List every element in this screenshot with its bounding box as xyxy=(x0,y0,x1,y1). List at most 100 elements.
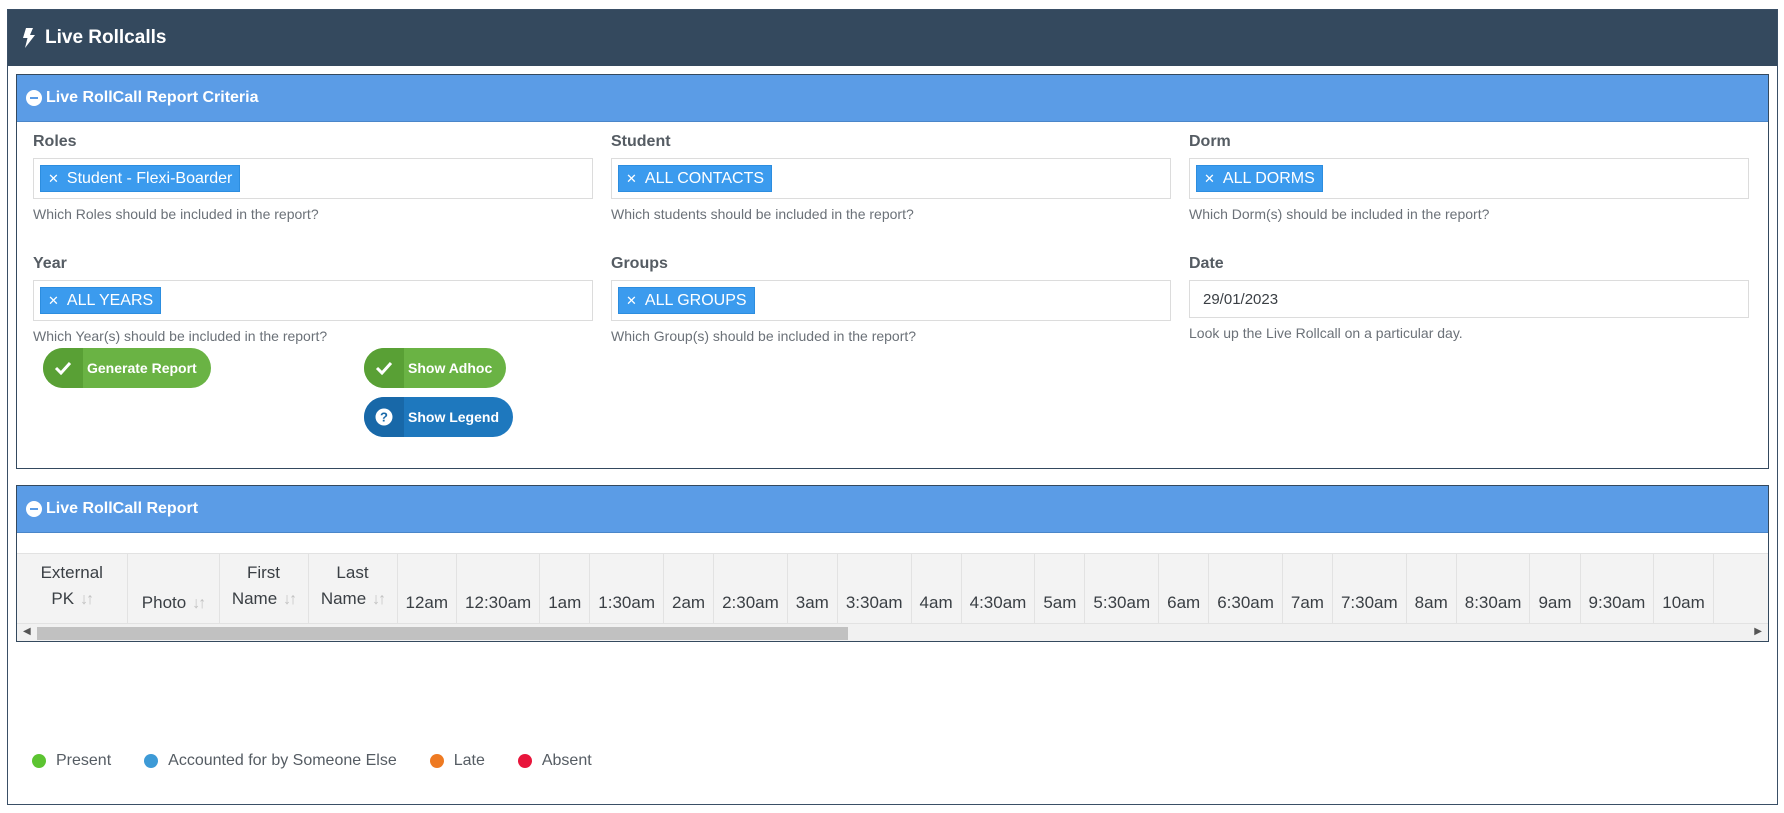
column-time[interactable]: 8:30am xyxy=(1456,554,1531,623)
legend-item-accounted: Accounted for by Someone Else xyxy=(144,752,397,770)
criteria-panel-header[interactable]: Live RollCall Report Criteria xyxy=(17,75,1768,122)
report-table: External PK ↓↑ Photo ↓↑ First Name ↓↑ Last xyxy=(17,554,1714,623)
dorm-select[interactable]: ✕ ALL DORMS xyxy=(1189,158,1749,199)
dorm-tag: ✕ ALL DORMS xyxy=(1196,165,1323,192)
blue-dot-icon xyxy=(144,754,159,768)
legend-label: Late xyxy=(453,752,485,769)
scroll-left-icon[interactable]: ◀ xyxy=(23,626,31,637)
remove-tag-icon[interactable]: ✕ xyxy=(48,293,59,309)
year-field: Year ✕ ALL YEARS Which Year(s) should be… xyxy=(33,255,593,344)
year-label: Year xyxy=(33,255,67,272)
groups-help: Which Group(s) should be included in the… xyxy=(611,328,917,344)
column-time[interactable]: 4am xyxy=(911,554,962,623)
roles-label: Roles xyxy=(33,133,77,150)
groups-tag-label: ALL GROUPS xyxy=(644,291,747,309)
column-time[interactable]: 3:30am xyxy=(837,554,912,623)
sort-icon[interactable]: ↓↑ xyxy=(283,591,297,608)
roles-help: Which Roles should be included in the re… xyxy=(33,206,319,222)
page-title: Live Rollcalls xyxy=(45,27,167,48)
column-time[interactable]: 1am xyxy=(539,554,591,623)
student-field: Student ✕ ALL CONTACTS Which students sh… xyxy=(611,133,1171,222)
sort-icon[interactable]: ↓↑ xyxy=(80,591,94,608)
column-time[interactable]: 2am xyxy=(663,554,715,623)
legend-label: Accounted for by Someone Else xyxy=(168,752,397,769)
column-photo[interactable]: Photo ↓↑ xyxy=(127,554,220,623)
check-icon xyxy=(43,348,83,388)
column-time[interactable]: 12:30am xyxy=(456,554,541,623)
show-adhoc-label: Show Adhoc xyxy=(408,360,493,376)
scrollbar-thumb[interactable] xyxy=(37,627,848,640)
legend-item-present: Present xyxy=(32,752,111,770)
report-panel-title: Live RollCall Report xyxy=(46,500,199,517)
year-tag: ✕ ALL YEARS xyxy=(40,287,162,314)
year-select[interactable]: ✕ ALL YEARS xyxy=(33,280,593,321)
column-time[interactable]: 2:30am xyxy=(713,554,788,623)
remove-tag-icon[interactable]: ✕ xyxy=(626,171,637,187)
red-dot-icon xyxy=(517,754,532,768)
horizontal-scrollbar[interactable]: ◀ ▶ xyxy=(17,623,1768,641)
column-time[interactable]: 5am xyxy=(1034,554,1086,623)
column-time[interactable]: 5:30am xyxy=(1084,554,1160,623)
remove-tag-icon[interactable]: ✕ xyxy=(48,171,59,187)
date-input[interactable]: 29/01/2023 xyxy=(1189,280,1749,318)
column-time[interactable]: 10am xyxy=(1653,554,1714,623)
column-time[interactable]: 6am xyxy=(1158,554,1210,623)
dorm-label: Dorm xyxy=(1189,133,1231,150)
column-time[interactable]: 1:30am xyxy=(589,554,664,623)
remove-tag-icon[interactable]: ✕ xyxy=(1204,171,1215,187)
show-legend-button[interactable]: ? Show Legend xyxy=(364,397,513,437)
column-label: Last xyxy=(336,563,369,582)
green-dot-icon xyxy=(32,754,46,768)
column-time[interactable]: 4:30am xyxy=(961,554,1036,623)
collapse-icon[interactable] xyxy=(26,501,42,517)
table-header-row: External PK ↓↑ Photo ↓↑ First Name ↓↑ Last xyxy=(17,554,1714,623)
student-tag-label: ALL CONTACTS xyxy=(644,169,765,187)
column-time[interactable]: 9am xyxy=(1529,554,1581,623)
check-icon xyxy=(364,348,404,388)
legend-item-late: Late xyxy=(429,752,485,770)
date-help: Look up the Live Rollcall on a particula… xyxy=(1189,325,1463,341)
live-rollcalls-container: Live Rollcalls Live RollCall Report Crit… xyxy=(7,9,1778,805)
roles-tag: ✕ Student - Flexi-Boarder xyxy=(40,165,241,192)
sort-icon[interactable]: ↓↑ xyxy=(192,595,206,612)
remove-tag-icon[interactable]: ✕ xyxy=(626,293,637,309)
generate-report-button[interactable]: Generate Report xyxy=(43,348,211,388)
column-first-name[interactable]: First Name ↓↑ xyxy=(219,554,309,623)
generate-report-label: Generate Report xyxy=(87,360,197,376)
column-label: Name xyxy=(231,589,278,608)
collapse-icon[interactable] xyxy=(26,90,42,106)
student-label: Student xyxy=(611,133,671,150)
show-legend-label: Show Legend xyxy=(408,409,499,425)
column-label: Name xyxy=(320,589,367,608)
column-time[interactable]: 3am xyxy=(787,554,838,623)
orange-dot-icon xyxy=(429,754,444,768)
date-label: Date xyxy=(1189,255,1224,272)
scroll-right-icon[interactable]: ▶ xyxy=(1754,626,1762,637)
report-panel-header[interactable]: Live RollCall Report xyxy=(17,486,1768,533)
column-external-pk[interactable]: External PK ↓↑ xyxy=(17,554,128,623)
year-tag-label: ALL YEARS xyxy=(66,291,154,309)
column-time[interactable]: 8am xyxy=(1406,554,1457,623)
column-time[interactable]: 6:30am xyxy=(1208,554,1283,623)
column-label: First xyxy=(246,563,281,582)
column-time[interactable]: 7am xyxy=(1282,554,1333,623)
criteria-panel-title: Live RollCall Report Criteria xyxy=(46,89,259,106)
groups-label: Groups xyxy=(611,255,668,272)
student-select[interactable]: ✕ ALL CONTACTS xyxy=(611,158,1171,199)
dorm-field: Dorm ✕ ALL DORMS Which Dorm(s) should be… xyxy=(1189,133,1749,222)
roles-select[interactable]: ✕ Student - Flexi-Boarder xyxy=(33,158,593,199)
column-time[interactable]: 12am xyxy=(397,554,458,623)
column-time[interactable]: 7:30am xyxy=(1332,554,1407,623)
sort-icon[interactable]: ↓↑ xyxy=(372,591,386,608)
student-help: Which students should be included in the… xyxy=(611,206,914,222)
year-help: Which Year(s) should be included in the … xyxy=(33,328,328,344)
show-adhoc-button[interactable]: Show Adhoc xyxy=(364,348,507,388)
criteria-panel: Live RollCall Report Criteria Roles ✕ St… xyxy=(16,74,1769,469)
column-last-name[interactable]: Last Name ↓↑ xyxy=(308,554,398,623)
dorm-tag-label: ALL DORMS xyxy=(1222,169,1315,187)
groups-select[interactable]: ✕ ALL GROUPS xyxy=(611,280,1171,321)
report-table-wrapper: External PK ↓↑ Photo ↓↑ First Name ↓↑ Last xyxy=(17,553,1768,623)
roles-tag-label: Student - Flexi-Boarder xyxy=(66,169,233,187)
column-time[interactable]: 9:30am xyxy=(1580,554,1655,623)
status-legend: Present Accounted for by Someone Else La… xyxy=(32,752,625,770)
